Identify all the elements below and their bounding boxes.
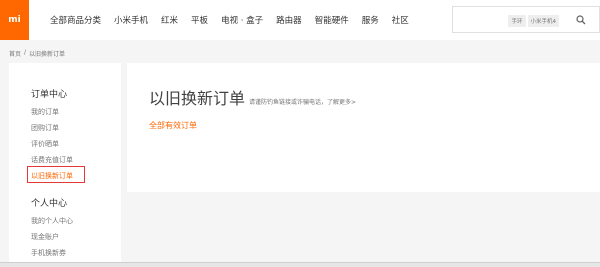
title-row: 以旧换新订单 请谨防钓鱼链接或诈骗电话，了解更多> (149, 85, 356, 109)
main-panel: 以旧换新订单 请谨防钓鱼链接或诈骗电话，了解更多> 全部有效订单 (127, 63, 600, 192)
sidebar: 订单中心 我的订单 团购订单 评价晒单 话费充值订单 以旧换新订单 个人中心 我… (9, 63, 121, 267)
nav-smart-hardware[interactable]: 智能硬件 (315, 14, 349, 26)
main-nav: 全部商品分类 小米手机 红米 平板 电视 · 盒子 路由器 智能硬件 服务 社区 (50, 0, 422, 40)
search-icon (576, 14, 586, 24)
order-center-heading: 订单中心 (31, 90, 68, 100)
bottom-status-bar (0, 262, 600, 267)
tab-all-valid-orders[interactable]: 全部有效订单 (149, 120, 197, 131)
nav-all-categories[interactable]: 全部商品分类 (50, 14, 101, 26)
breadcrumb: 首页 / 以旧换新订单 (9, 49, 68, 58)
page-title: 以旧换新订单 (149, 89, 246, 108)
nav-xiaomi-phone[interactable]: 小米手机 (114, 14, 148, 26)
sidebar-item-my-orders[interactable]: 我的订单 (31, 107, 59, 117)
breadcrumb-current: 以旧换新订单 (29, 51, 66, 58)
nav-tablet[interactable]: 平板 (191, 14, 208, 26)
nav-tv-box[interactable]: 电视 · 盒子 (221, 14, 263, 26)
security-notice-link[interactable]: 请谨防钓鱼链接或诈骗电话，了解更多> (249, 97, 356, 106)
search-button[interactable] (563, 6, 600, 33)
search-hot-tags: 手环 小米手机4 (506, 15, 559, 27)
breadcrumb-home[interactable]: 首页 (9, 49, 21, 58)
nav-router[interactable]: 路由器 (276, 14, 302, 26)
nav-redmi[interactable]: 红米 (161, 14, 178, 26)
nav-community[interactable]: 社区 (392, 14, 409, 26)
top-bar: mi 全部商品分类 小米手机 红米 平板 电视 · 盒子 路由器 智能硬件 服务… (0, 0, 600, 40)
search-tag[interactable]: 小米手机4 (527, 15, 559, 27)
mi-logo[interactable]: mi (0, 0, 29, 40)
sidebar-item-personal-center[interactable]: 我的个人中心 (31, 216, 73, 226)
sidebar-item-phone-voucher[interactable]: 手机换新券 (31, 248, 66, 258)
sidebar-item-reviews[interactable]: 评价晒单 (31, 139, 59, 149)
sidebar-item-cash-account[interactable]: 现金账户 (31, 232, 59, 242)
personal-center-heading: 个人中心 (31, 199, 68, 209)
sidebar-item-trade-in-orders[interactable]: 以旧换新订单 (31, 171, 73, 181)
sidebar-item-topup-orders[interactable]: 话费充值订单 (31, 155, 73, 165)
nav-service[interactable]: 服务 (362, 14, 379, 26)
breadcrumb-separator: / (24, 49, 27, 56)
sidebar-item-group-orders[interactable]: 团购订单 (31, 123, 59, 133)
search-box: 手环 小米手机4 (452, 6, 564, 33)
search-tag[interactable]: 手环 (508, 15, 526, 27)
